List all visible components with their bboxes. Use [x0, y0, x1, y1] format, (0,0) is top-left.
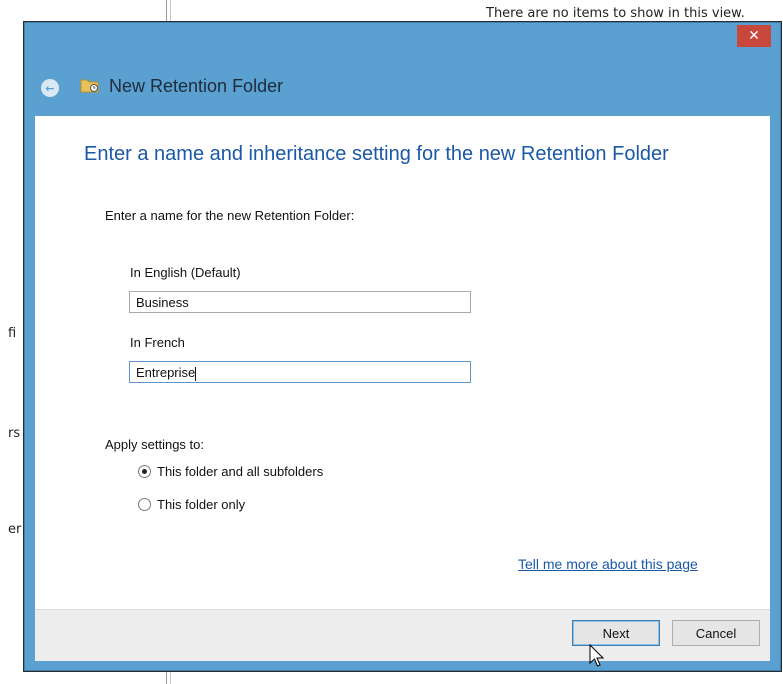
french-name-value: Entreprise: [136, 365, 196, 380]
english-name-field[interactable]: Business: [129, 291, 471, 313]
english-name-value: Business: [136, 295, 189, 310]
apply-settings-label: Apply settings to:: [105, 437, 204, 452]
text-caret: [195, 366, 197, 381]
french-name-label: In French: [130, 335, 185, 350]
radio-selected-dot: [142, 469, 147, 474]
radio-folder-only[interactable]: [138, 498, 151, 511]
background-fragment: er: [8, 522, 22, 537]
next-button[interactable]: Next: [572, 620, 660, 646]
help-link[interactable]: Tell me more about this page: [518, 556, 698, 572]
new-retention-folder-dialog: ✕ ← New Retention Folder Enter a name an…: [24, 22, 781, 671]
page-heading: Enter a name and inheritance setting for…: [84, 143, 669, 165]
mouse-pointer-icon: [589, 644, 605, 667]
dialog-title: New Retention Folder: [109, 76, 284, 96]
background-empty-message: There are no items to show in this view.: [486, 6, 745, 21]
french-name-field[interactable]: Entreprise: [129, 361, 471, 383]
option-folder-and-subfolders-label[interactable]: This folder and all subfolders: [157, 464, 323, 479]
retention-folder-icon: [80, 79, 99, 93]
close-icon: ✕: [748, 28, 760, 44]
radio-folder-and-subfolders[interactable]: [138, 465, 151, 478]
cancel-button[interactable]: Cancel: [672, 620, 760, 646]
option-folder-only-label[interactable]: This folder only: [157, 497, 245, 512]
background-fragment: rs: [8, 426, 21, 441]
name-prompt-label: Enter a name for the new Retention Folde…: [105, 208, 355, 223]
back-button[interactable]: ←: [41, 79, 59, 97]
background-fragment: fi: [8, 326, 17, 341]
dialog-footer: Next Cancel: [35, 609, 770, 661]
english-name-label: In English (Default): [130, 265, 241, 280]
dialog-content: Enter a name and inheritance setting for…: [35, 116, 770, 609]
back-arrow-icon: ←: [45, 81, 55, 95]
close-button[interactable]: ✕: [737, 25, 771, 47]
